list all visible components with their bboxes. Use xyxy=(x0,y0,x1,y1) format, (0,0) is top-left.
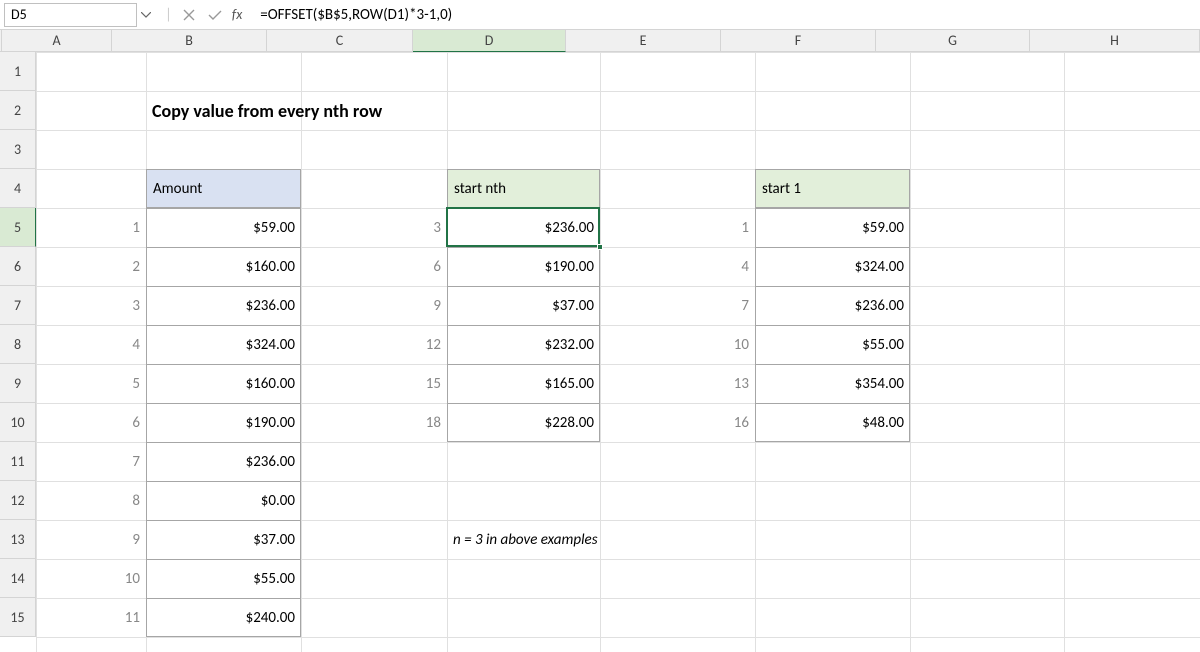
s1-idx-1: 4 xyxy=(600,247,755,286)
nth-idx-5: 18 xyxy=(301,403,447,442)
s1-idx-3: 10 xyxy=(600,325,755,364)
col-header-C[interactable]: C xyxy=(267,30,413,52)
nth-idx-3: 12 xyxy=(301,325,447,364)
amount-val-6: $236.00 xyxy=(146,442,301,481)
spreadsheet-grid: ABCDEFGH 123456789101112131415 Copy valu… xyxy=(0,30,1200,652)
nth-val-2: $37.00 xyxy=(447,286,600,325)
amount-idx-4: 5 xyxy=(36,364,146,403)
row-header-12[interactable]: 12 xyxy=(0,481,36,520)
s1-idx-5: 16 xyxy=(600,403,755,442)
col-header-G[interactable]: G xyxy=(876,30,1030,52)
amount-val-3: $324.00 xyxy=(146,325,301,364)
amount-val-9: $55.00 xyxy=(146,559,301,598)
col-header-D[interactable]: D xyxy=(413,30,566,52)
nth-val-1: $190.00 xyxy=(447,247,600,286)
col-header-B[interactable]: B xyxy=(112,30,267,52)
row-header-14[interactable]: 14 xyxy=(0,559,36,598)
amount-idx-7: 8 xyxy=(36,481,146,520)
name-box-value: D5 xyxy=(11,6,27,23)
start-1-header: start 1 xyxy=(755,169,910,208)
nth-idx-0: 3 xyxy=(301,208,447,247)
row-header-4[interactable]: 4 xyxy=(0,169,36,208)
row-header-7[interactable]: 7 xyxy=(0,286,36,325)
page-title: Copy value from every nth row xyxy=(146,91,646,130)
row-header-8[interactable]: 8 xyxy=(0,325,36,364)
row-header-13[interactable]: 13 xyxy=(0,520,36,559)
amount-val-2: $236.00 xyxy=(146,286,301,325)
amount-idx-2: 3 xyxy=(36,286,146,325)
nth-val-3: $232.00 xyxy=(447,325,600,364)
row-header-6[interactable]: 6 xyxy=(0,247,36,286)
amount-val-4: $160.00 xyxy=(146,364,301,403)
amount-idx-8: 9 xyxy=(36,520,146,559)
nth-val-4: $165.00 xyxy=(447,364,600,403)
column-headers: ABCDEFGH xyxy=(0,30,1200,52)
col-header-F[interactable]: F xyxy=(721,30,876,52)
amount-val-7: $0.00 xyxy=(146,481,301,520)
amount-val-5: $190.00 xyxy=(146,403,301,442)
amount-idx-1: 2 xyxy=(36,247,146,286)
formula-bar-controls: | fx xyxy=(155,6,252,24)
row-header-1[interactable]: 1 xyxy=(0,52,36,91)
s1-idx-0: 1 xyxy=(600,208,755,247)
amount-val-8: $37.00 xyxy=(146,520,301,559)
amount-idx-3: 4 xyxy=(36,325,146,364)
name-box[interactable]: D5 xyxy=(4,3,137,27)
select-all-corner[interactable] xyxy=(0,30,2,52)
amount-val-1: $160.00 xyxy=(146,247,301,286)
row-header-3[interactable]: 3 xyxy=(0,130,36,169)
col-header-E[interactable]: E xyxy=(566,30,721,52)
row-headers: 123456789101112131415 xyxy=(0,52,36,652)
cancel-icon[interactable] xyxy=(180,6,198,24)
s1-val-3: $55.00 xyxy=(755,325,910,364)
s1-val-2: $236.00 xyxy=(755,286,910,325)
amount-idx-0: 1 xyxy=(36,208,146,247)
formula-text: =OFFSET($B$5,ROW(D1)*3-1,0) xyxy=(260,6,452,24)
row-header-5[interactable]: 5 xyxy=(0,208,36,247)
row-header-9[interactable]: 9 xyxy=(0,364,36,403)
amount-idx-9: 10 xyxy=(36,559,146,598)
s1-val-4: $354.00 xyxy=(755,364,910,403)
s1-val-1: $324.00 xyxy=(755,247,910,286)
fx-icon[interactable]: fx xyxy=(232,6,242,23)
row-header-15[interactable]: 15 xyxy=(0,598,36,637)
amount-idx-5: 6 xyxy=(36,403,146,442)
col-header-A[interactable]: A xyxy=(2,30,112,52)
nth-idx-2: 9 xyxy=(301,286,447,325)
row-header-11[interactable]: 11 xyxy=(0,442,36,481)
amount-val-0: $59.00 xyxy=(146,208,301,247)
s1-idx-4: 13 xyxy=(600,364,755,403)
nth-idx-1: 6 xyxy=(301,247,447,286)
col-header-H[interactable]: H xyxy=(1030,30,1200,52)
formula-input[interactable]: =OFFSET($B$5,ROW(D1)*3-1,0) xyxy=(252,3,1196,27)
nth-val-5: $228.00 xyxy=(447,403,600,442)
fill-handle[interactable] xyxy=(597,244,603,250)
amount-header: Amount xyxy=(146,169,301,208)
nth-val-0: $236.00 xyxy=(447,208,600,247)
amount-val-10: $240.00 xyxy=(146,598,301,637)
nth-idx-4: 15 xyxy=(301,364,447,403)
amount-idx-10: 11 xyxy=(36,598,146,637)
s1-val-0: $59.00 xyxy=(755,208,910,247)
name-box-dropdown-icon[interactable] xyxy=(137,12,155,18)
amount-idx-6: 7 xyxy=(36,442,146,481)
formula-bar: D5 | fx =OFFSET($B$5,ROW(D1)*3-1,0) xyxy=(0,0,1200,30)
s1-val-5: $48.00 xyxy=(755,403,910,442)
start-nth-header: start nth xyxy=(447,169,600,208)
enter-icon[interactable] xyxy=(206,6,224,24)
s1-idx-2: 7 xyxy=(600,286,755,325)
row-header-2[interactable]: 2 xyxy=(0,91,36,130)
cells-area[interactable]: Copy value from every nth rowAmount12345… xyxy=(36,52,1200,652)
row-header-10[interactable]: 10 xyxy=(0,403,36,442)
note-text: n = 3 in above examples xyxy=(447,520,847,559)
